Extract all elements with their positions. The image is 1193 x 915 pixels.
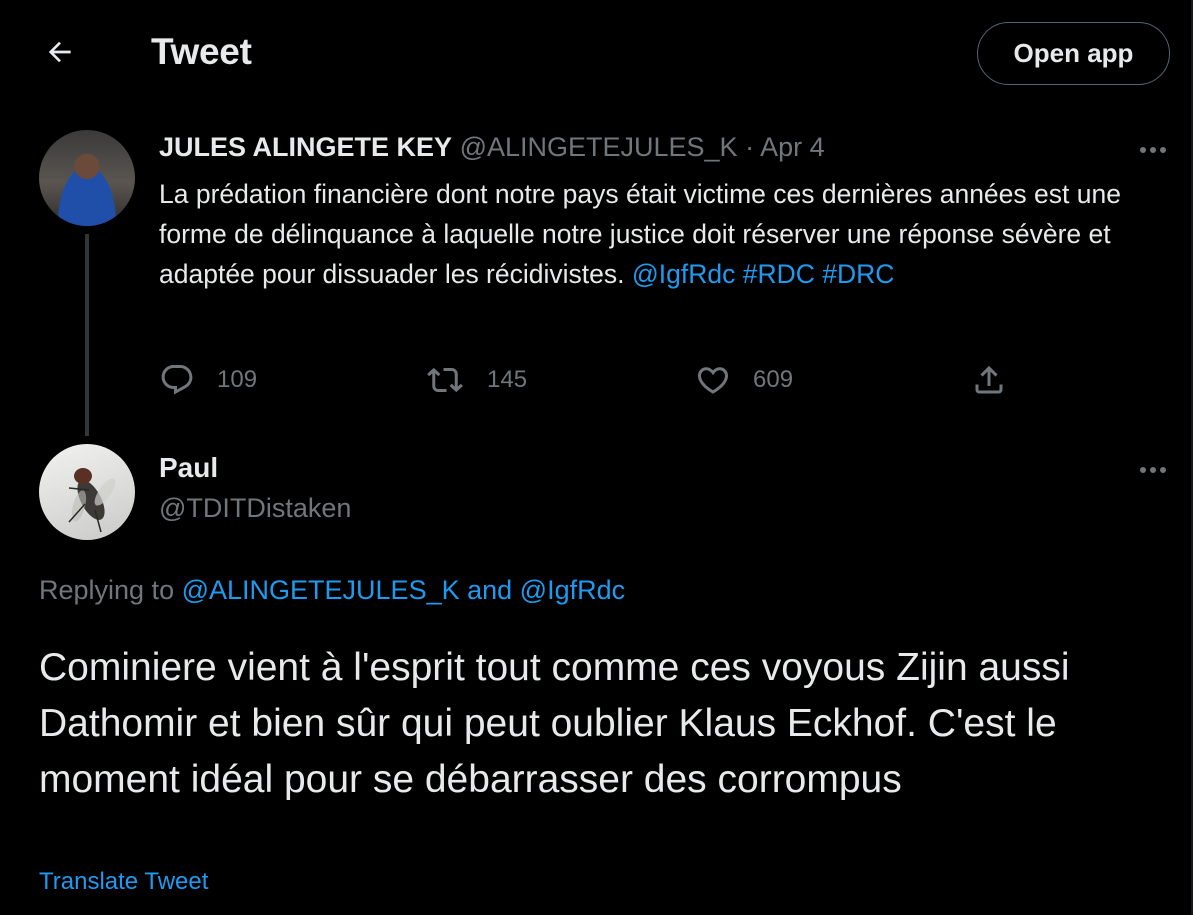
- retweet-button[interactable]: 145: [425, 358, 527, 402]
- open-app-button[interactable]: Open app: [977, 22, 1170, 85]
- replying-prefix: Replying to: [39, 575, 182, 605]
- author-handle[interactable]: @ALINGETEJULES_K: [460, 132, 738, 162]
- reply-icon: [159, 362, 195, 398]
- like-button[interactable]: 609: [695, 358, 793, 402]
- top-bar: Tweet Open app: [0, 0, 1193, 108]
- more-icon: [1137, 142, 1169, 160]
- mention-link[interactable]: @IgfRdc: [632, 259, 736, 289]
- reply-count: 109: [217, 366, 258, 393]
- separator: ·: [745, 132, 755, 162]
- reply-button[interactable]: 109: [159, 358, 257, 402]
- like-count: 609: [753, 366, 794, 393]
- hashtag-link[interactable]: #RDC: [743, 259, 815, 289]
- thread-connector: [85, 234, 89, 436]
- more-icon: [1137, 462, 1169, 480]
- tweet-text: La prédation financière dont notre pays …: [159, 174, 1159, 294]
- avatar[interactable]: [39, 444, 135, 540]
- more-button[interactable]: [1133, 456, 1173, 486]
- translate-tweet-link[interactable]: Translate Tweet: [39, 868, 208, 896]
- share-button[interactable]: [971, 358, 1007, 402]
- mention-link[interactable]: @IgfRdc: [520, 575, 625, 605]
- like-icon: [695, 362, 731, 398]
- author-name[interactable]: JULES ALINGETE KEY: [159, 132, 452, 162]
- reply-author-handle[interactable]: @TDITDistaken: [159, 493, 351, 524]
- tweet-header: JULES ALINGETE KEY @ALINGETEJULES_K · Ap…: [159, 132, 825, 163]
- replying-and: and: [459, 575, 520, 605]
- retweet-icon: [425, 362, 465, 398]
- arrow-left-icon: [44, 36, 76, 73]
- share-icon: [971, 362, 1007, 398]
- more-button[interactable]: [1133, 136, 1173, 166]
- reply-author-name[interactable]: Paul: [159, 452, 218, 484]
- replying-to: Replying to @ALINGETEJULES_K and @IgfRdc: [39, 575, 625, 606]
- tweet-date[interactable]: Apr 4: [760, 132, 825, 162]
- fly-photo: [68, 468, 116, 533]
- tweet-page: Tweet Open app JULES ALINGETE KEY @ALING…: [0, 0, 1193, 915]
- tweet-actions: 109 145 609: [159, 358, 1029, 402]
- hashtag-link[interactable]: #DRC: [822, 259, 894, 289]
- mention-link[interactable]: @ALINGETEJULES_K: [182, 575, 460, 605]
- avatar[interactable]: [39, 130, 135, 226]
- retweet-count: 145: [487, 366, 528, 393]
- reply-text: Cominiere vient à l'esprit tout comme ce…: [39, 646, 1070, 801]
- page-title: Tweet: [151, 31, 252, 72]
- back-button[interactable]: [32, 26, 88, 82]
